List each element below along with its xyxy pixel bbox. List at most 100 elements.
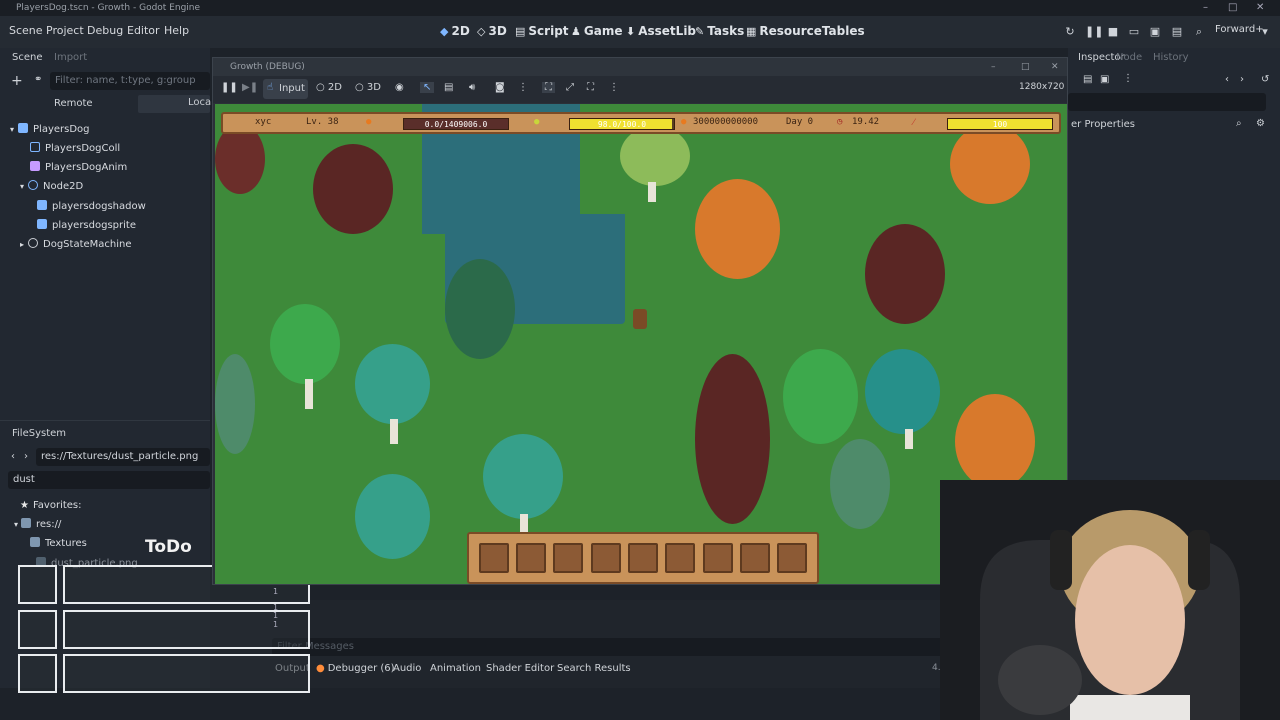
fullscreen-icon[interactable]: ⛶ bbox=[587, 82, 594, 93]
workspace-tasks[interactable]: ✎ Tasks bbox=[695, 24, 744, 38]
scene-filter-input[interactable]: Filter: name, t:type, g:group bbox=[50, 72, 210, 90]
maximize-icon[interactable]: □ bbox=[1021, 58, 1030, 76]
todo-checkbox[interactable] bbox=[18, 565, 57, 604]
tab-debugger[interactable]: ● Debugger (6) bbox=[316, 663, 395, 674]
messages-filter-input[interactable]: Filter Messages bbox=[272, 638, 972, 656]
more-options-icon[interactable]: ⋮ bbox=[518, 82, 528, 93]
back-icon[interactable]: ‹ bbox=[11, 451, 15, 462]
camera-icon[interactable]: ◙ bbox=[495, 82, 505, 93]
input-toggle[interactable]: ☝ Input bbox=[263, 79, 308, 99]
folder-res-row[interactable]: ▾ res:// bbox=[14, 515, 61, 534]
remote-debug-icon[interactable]: ▭ bbox=[1127, 25, 1141, 39]
filesystem-title: FileSystem bbox=[12, 428, 67, 439]
close-icon[interactable]: ✕ bbox=[1051, 58, 1059, 76]
todo-item[interactable] bbox=[63, 654, 310, 693]
hotbar-slot[interactable] bbox=[553, 543, 583, 573]
tab-import[interactable]: Import bbox=[54, 52, 87, 63]
history-back-icon[interactable]: ‹ bbox=[1225, 74, 1229, 85]
workspace-resourcetables[interactable]: ▦ ResourceTables bbox=[746, 24, 865, 38]
workspace-game[interactable]: ♟ Game bbox=[571, 24, 622, 38]
minimize-icon[interactable]: – bbox=[1203, 0, 1208, 16]
inspector-filter-input[interactable] bbox=[1068, 93, 1266, 111]
tab-animation[interactable]: Animation bbox=[430, 663, 481, 674]
tab-scene[interactable]: Scene bbox=[12, 52, 43, 63]
menu-help[interactable]: Help bbox=[164, 24, 189, 37]
tab-shader-editor[interactable]: Shader Editor bbox=[486, 663, 554, 674]
tree-node-playersdogsprite[interactable]: playersdogsprite bbox=[37, 216, 136, 235]
save-icon[interactable]: ▣ bbox=[1100, 74, 1109, 85]
tree-node-node2d[interactable]: ▾ Node2D bbox=[20, 177, 83, 196]
menu-editor[interactable]: Editor bbox=[127, 24, 160, 37]
workspace-script[interactable]: ▤ Script bbox=[515, 24, 569, 38]
tree-node-playersdogshadow[interactable]: playersdogshadow bbox=[37, 197, 146, 216]
workspace-assetlib[interactable]: ⬇ AssetLib bbox=[626, 24, 696, 38]
link-icon[interactable]: ⚭ bbox=[34, 74, 42, 85]
tree-node-playersdog[interactable]: ▾ PlayersDog bbox=[10, 120, 90, 139]
todo-checkbox[interactable] bbox=[18, 654, 57, 693]
audio-icon[interactable]: 🔊︎ bbox=[469, 82, 475, 93]
pause-icon[interactable]: ❚❚ bbox=[1085, 25, 1103, 39]
tree-node-dogstatemachine[interactable]: ▸ DogStateMachine bbox=[20, 235, 132, 254]
pause-icon[interactable]: ❚❚ bbox=[221, 82, 238, 93]
tab-node[interactable]: Node bbox=[1116, 52, 1142, 63]
search-icon[interactable]: ⌕ bbox=[1236, 118, 1242, 129]
hotbar-slot[interactable] bbox=[740, 543, 770, 573]
tab-search-results[interactable]: Search Results bbox=[557, 663, 631, 674]
pine-tree bbox=[215, 354, 255, 454]
more-options-icon[interactable]: ⋮ bbox=[609, 82, 619, 93]
next-frame-icon[interactable]: ▶❚ bbox=[242, 82, 258, 93]
tab-history[interactable]: History bbox=[1153, 52, 1189, 63]
mode-2d-radio[interactable]: ○ 2D bbox=[316, 82, 342, 93]
minimize-icon[interactable]: – bbox=[991, 58, 996, 76]
autumn-tree bbox=[950, 124, 1030, 204]
output-line: 1 bbox=[273, 620, 279, 629]
workspace-2d[interactable]: ◆ 2D bbox=[440, 24, 470, 38]
more-options-icon[interactable]: ⋮ bbox=[1123, 73, 1133, 84]
renderer-select[interactable]: Forward+ bbox=[1215, 24, 1264, 35]
open-folder-icon[interactable]: ▤ bbox=[1083, 74, 1092, 85]
maximize-icon[interactable]: □ bbox=[1228, 0, 1237, 16]
autumn-tree bbox=[955, 394, 1035, 489]
tab-audio[interactable]: Audio bbox=[393, 663, 421, 674]
favorites-row[interactable]: ★ Favorites: bbox=[20, 496, 82, 515]
tree-node-playersdogcoll[interactable]: PlayersDogColl bbox=[30, 139, 120, 158]
folder-icon bbox=[30, 537, 40, 547]
select-tool-icon[interactable]: ↖ bbox=[420, 82, 435, 93]
movie-icon[interactable]: ▣ bbox=[1148, 25, 1162, 39]
filesystem-search-input[interactable]: dust bbox=[8, 471, 210, 489]
tree-node-playersdoganim[interactable]: PlayersDogAnim bbox=[30, 158, 127, 177]
local-button[interactable]: Loca bbox=[138, 95, 211, 113]
search-icon[interactable]: ⌕ bbox=[1192, 25, 1206, 39]
menu-scene[interactable]: Scene bbox=[9, 24, 43, 37]
todo-checkbox[interactable] bbox=[18, 610, 57, 649]
hotbar-slot[interactable] bbox=[777, 543, 807, 573]
menu-debug[interactable]: Debug bbox=[87, 24, 123, 37]
menu-project[interactable]: Project bbox=[46, 24, 84, 37]
filesystem-path-input[interactable]: res://Textures/dust_particle.png bbox=[36, 448, 210, 466]
add-node-icon[interactable]: + bbox=[11, 73, 23, 89]
hotbar-slot[interactable] bbox=[479, 543, 509, 573]
tools-icon[interactable]: ⚙ bbox=[1256, 118, 1265, 129]
remote-button[interactable]: Remote bbox=[54, 98, 93, 109]
folder-textures-row[interactable]: Textures bbox=[30, 534, 87, 553]
list-select-icon[interactable]: ▤ bbox=[444, 82, 453, 93]
visibility-icon[interactable]: ◉ bbox=[395, 82, 404, 93]
forward-icon[interactable]: › bbox=[24, 451, 28, 462]
inspector-section-label: er Properties bbox=[1071, 119, 1135, 130]
stop-icon[interactable]: ■ bbox=[1106, 25, 1120, 39]
hotbar-slot[interactable] bbox=[516, 543, 546, 573]
object-history-icon[interactable]: ↺ bbox=[1261, 74, 1269, 85]
workspace-3d[interactable]: ◇ 3D bbox=[477, 24, 507, 38]
hotbar-slot[interactable] bbox=[665, 543, 695, 573]
fit-view-icon[interactable]: ⛶ bbox=[542, 82, 555, 93]
reload-icon[interactable]: ↻ bbox=[1063, 25, 1077, 39]
close-icon[interactable]: ✕ bbox=[1256, 0, 1264, 16]
hotbar-slot[interactable] bbox=[591, 543, 621, 573]
tree bbox=[355, 344, 430, 424]
mode-3d-radio[interactable]: ○ 3D bbox=[355, 82, 381, 93]
history-forward-icon[interactable]: › bbox=[1240, 74, 1244, 85]
expand-icon[interactable]: ⤢ bbox=[566, 82, 574, 93]
hotbar-slot[interactable] bbox=[703, 543, 733, 573]
play-scene-icon[interactable]: ▤ bbox=[1170, 25, 1184, 39]
hotbar-slot[interactable] bbox=[628, 543, 658, 573]
